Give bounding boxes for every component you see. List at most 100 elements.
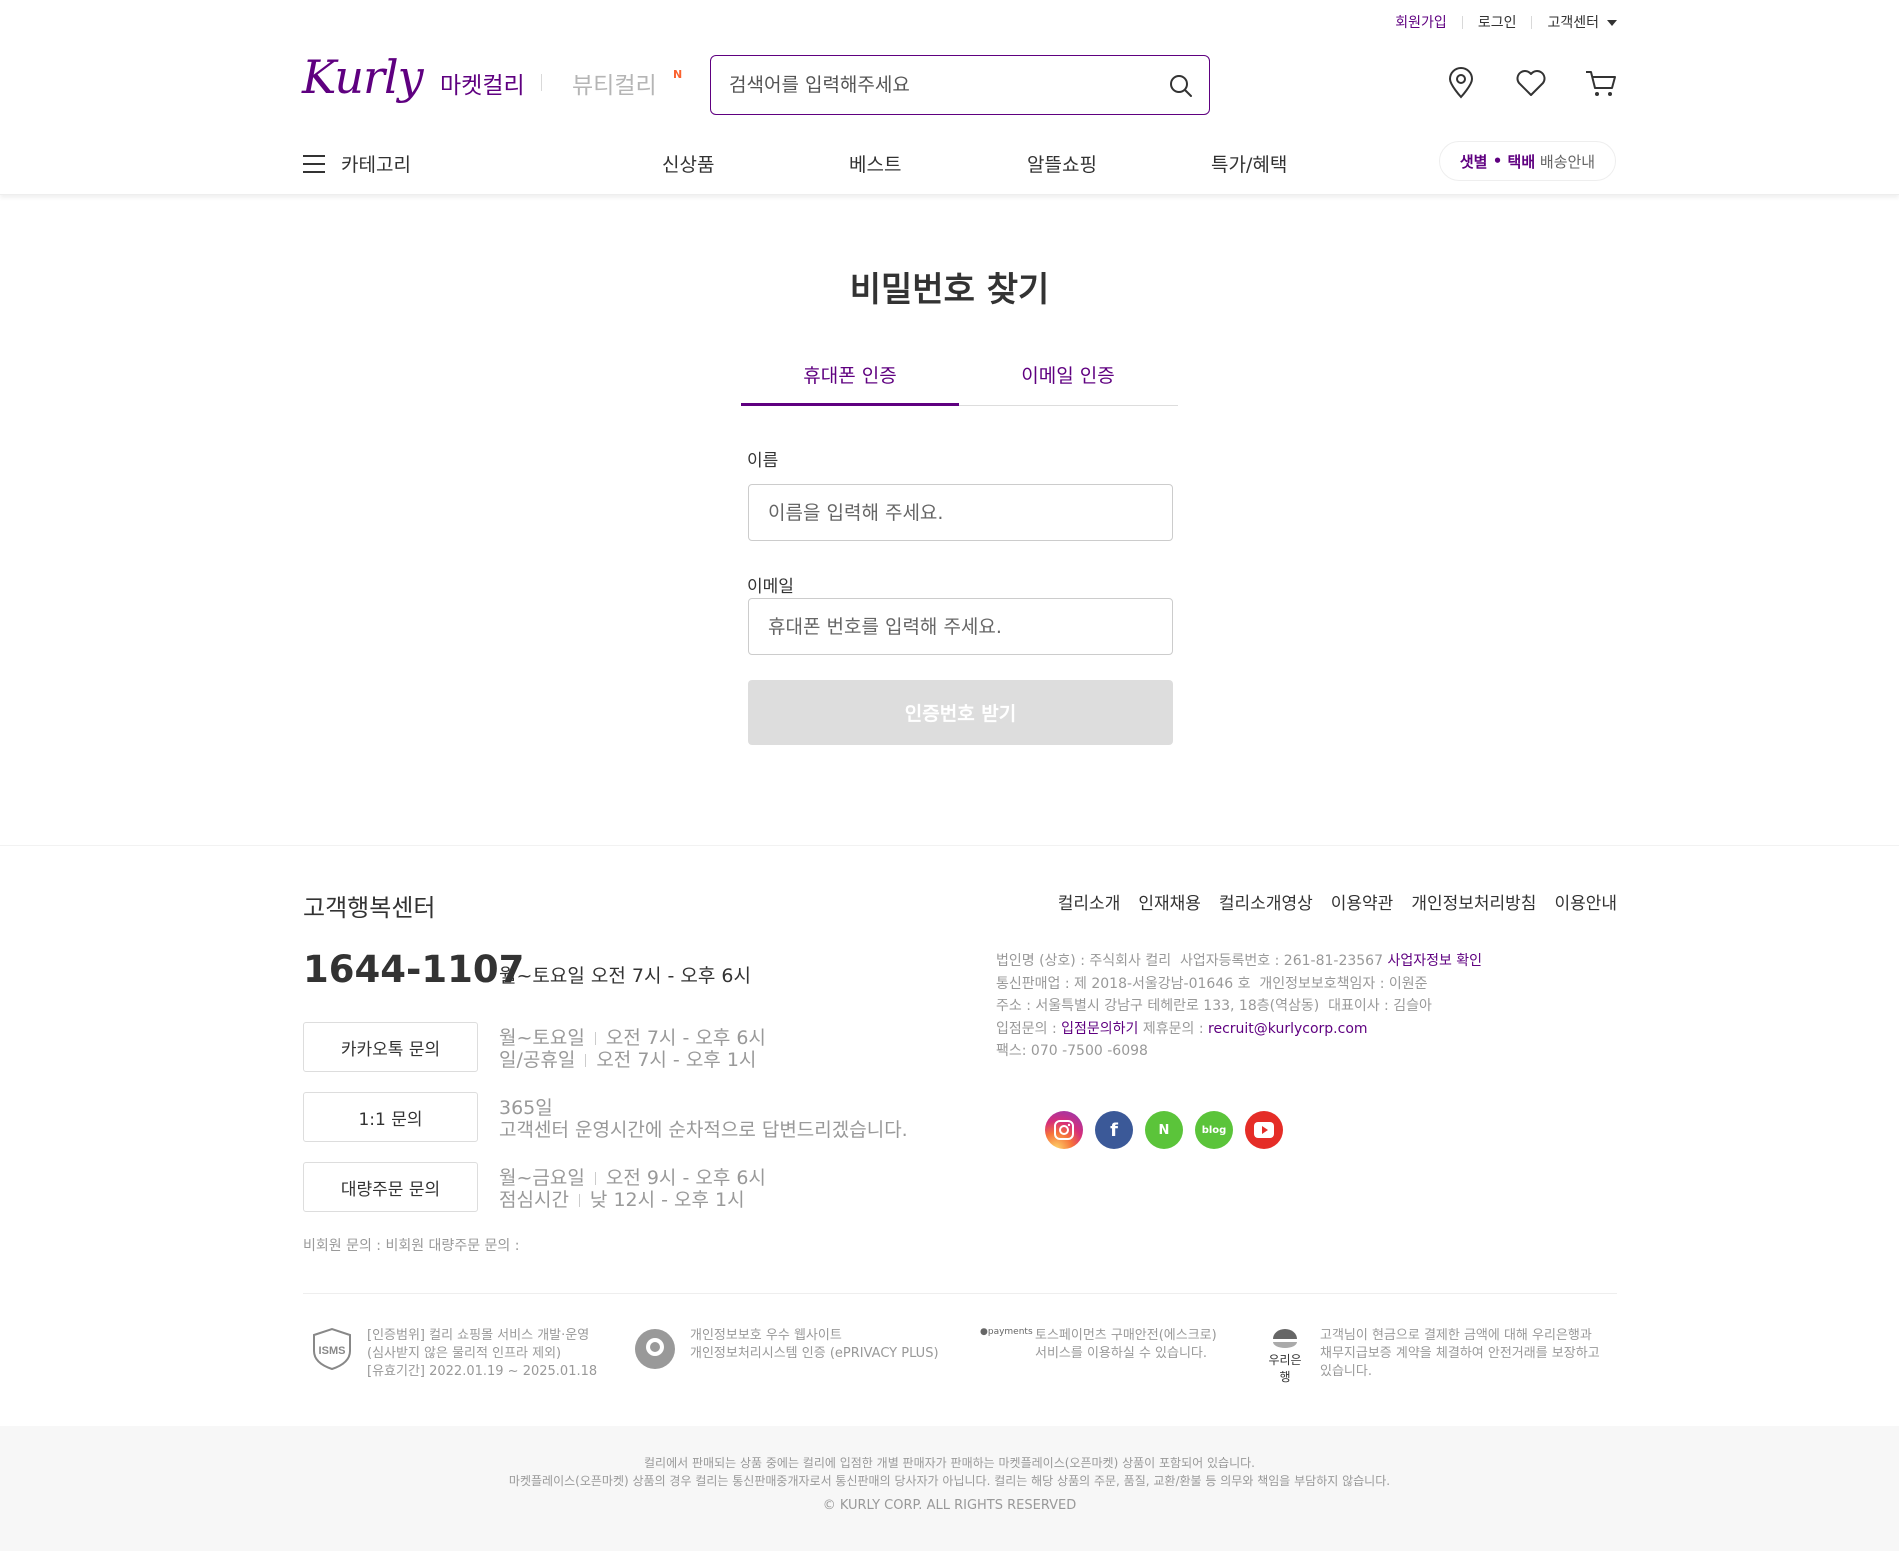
kakao-hours: 월~토요일 오전 7시 - 오후 6시 일/공휴일 오전 7시 - 오후 1시 <box>499 1027 766 1071</box>
nav-special[interactable]: 특가/혜택 <box>1211 150 1287 177</box>
one-to-one-inquiry-button[interactable]: 1:1 문의 <box>303 1092 478 1142</box>
footer-link-about[interactable]: 컬리소개 <box>1058 889 1121 914</box>
toss-line1: 토스페이먼츠 구매안전(에스크로) <box>1035 1328 1217 1343</box>
name-field-box <box>748 484 1173 541</box>
nav-new-products[interactable]: 신상품 <box>662 150 714 177</box>
bulk-lunch: 점심시간 <box>499 1189 569 1211</box>
search-icon[interactable] <box>1167 72 1195 100</box>
toss-cert-text: 토스페이먼츠 구매안전(에스크로) 서비스를 이용하실 수 있습니다. <box>1035 1327 1217 1363</box>
youtube-icon[interactable] <box>1245 1111 1283 1149</box>
hamburger-icon <box>303 154 325 173</box>
store-inquiry-link[interactable]: 입점문의하기 <box>1061 1021 1138 1037</box>
login-link[interactable]: 로그인 <box>1478 12 1517 32</box>
email-label: 이메일 <box>747 577 794 597</box>
kakao-inquiry-button[interactable]: 카카오톡 문의 <box>303 1022 478 1072</box>
kurly-logo[interactable]: Kurly <box>302 50 424 104</box>
dot-separator: • <box>1487 152 1508 170</box>
cs-phone-hours: 월~토요일 오전 7시 - 오후 6시 <box>499 965 751 987</box>
kakao-weekday-time: 오전 7시 - 오후 6시 <box>605 1027 766 1049</box>
naver-post-icon[interactable]: N <box>1145 1111 1183 1149</box>
isms-cert-text: [인증범위] 컬리 쇼핑몰 서비스 개발·운영 (심사받지 않은 물리적 인프라… <box>367 1327 597 1381</box>
toss-logo-text: payments <box>987 1327 1033 1337</box>
toss-line2: 서비스를 이용하실 수 있습니다. <box>1035 1346 1208 1361</box>
eprivacy-logo <box>633 1327 677 1375</box>
name-input[interactable] <box>749 485 1172 540</box>
social-links: f N blog <box>1045 1111 1295 1149</box>
bulk-lunch-time: 낮 12시 - 오후 1시 <box>589 1189 745 1211</box>
woori-bank-logo: 우리은행 <box>1263 1327 1307 1385</box>
recruit-email-link[interactable]: recruit@kurlycorp.com <box>1208 1021 1368 1037</box>
blog-icon[interactable]: blog <box>1195 1111 1233 1149</box>
corp-info: 법인명 (상호) : 주식회사 컬리 사업자등록번호 : 261-81-2356… <box>996 950 1482 1063</box>
woori-cert-text: 고객님이 현금으로 결제한 금액에 대해 우리은행과 채무지급보증 계약을 체결… <box>1320 1327 1600 1381</box>
divider <box>1461 15 1463 29</box>
legal-notice: 컬리에서 판매되는 상품 중에는 컬리에 입점한 개별 판매자가 판매하는 마켓… <box>0 1426 1899 1551</box>
search-box <box>710 55 1210 115</box>
signup-link[interactable]: 회원가입 <box>1395 12 1447 32</box>
woori-line2: 채무지급보증 계약을 체결하여 안전거래를 보장하고 <box>1320 1346 1600 1361</box>
phone-input[interactable] <box>749 599 1172 654</box>
divider <box>1531 15 1533 29</box>
cart-icon[interactable] <box>1584 66 1618 100</box>
one-to-one-line1: 365일 <box>499 1097 553 1119</box>
bulk-order-inquiry-button[interactable]: 대량주문 문의 <box>303 1162 478 1212</box>
category-label: 카테고리 <box>341 154 411 176</box>
isms-line3: [유효기간] 2022.01.19 ~ 2025.01.18 <box>367 1364 598 1379</box>
auth-tabs: 휴대폰 인증 이메일 인증 <box>741 360 1178 406</box>
beauty-kurly-link[interactable]: 뷰티컬리 <box>572 66 657 100</box>
support-menu[interactable]: 고객센터 <box>1547 12 1617 32</box>
bulk-hours: 월~금요일 오전 9시 - 오후 6시 점심시간 낮 12시 - 오후 1시 <box>499 1167 766 1211</box>
delivery-info-button[interactable]: 샛별 • 택배 배송안내 <box>1439 141 1616 181</box>
nav-best[interactable]: 베스트 <box>849 150 901 177</box>
new-badge: N <box>673 68 683 81</box>
main-nav: 카테고리 신상품 베스트 알뜰쇼핑 특가/혜택 샛별 • 택배 배송안내 <box>0 138 1899 195</box>
cert-divider <box>303 1293 1617 1294</box>
facebook-icon[interactable]: f <box>1095 1111 1133 1149</box>
corp-line1: 법인명 (상호) : 주식회사 컬리 사업자등록번호 : 261-81-2356… <box>996 953 1383 969</box>
category-menu[interactable]: 카테고리 <box>303 150 411 177</box>
tab-email-auth[interactable]: 이메일 인증 <box>959 360 1177 406</box>
footer-links: 컬리소개 인재채용 컬리소개영상 이용약관 개인정보처리방침 이용안내 <box>1040 889 1617 914</box>
woori-logo-text: 우리은행 <box>1268 1353 1302 1384</box>
isms-line1: [인증범위] 컬리 쇼핑몰 서비스 개발·운영 <box>367 1328 590 1343</box>
location-icon[interactable] <box>1444 66 1478 100</box>
woori-line3: 있습니다. <box>1320 1364 1372 1379</box>
instagram-icon[interactable] <box>1045 1111 1083 1149</box>
isms-line2: (심사받지 않은 물리적 인프라 제외) <box>367 1346 562 1361</box>
woori-line1: 고객님이 현금으로 결제한 금액에 대해 우리은행과 <box>1320 1328 1592 1343</box>
eprivacy-line2: 개인정보처리시스템 인증 (ePRIVACY PLUS) <box>690 1346 939 1361</box>
footer-link-video[interactable]: 컬리소개영상 <box>1219 889 1313 914</box>
support-label: 고객센터 <box>1547 15 1599 31</box>
heart-icon[interactable] <box>1514 66 1548 100</box>
kakao-holiday: 일/공휴일 <box>499 1049 576 1071</box>
business-info-link[interactable]: 사업자정보 확인 <box>1387 953 1482 969</box>
utility-menu: 회원가입 로그인 고객센터 <box>1395 12 1617 32</box>
cs-title: 고객행복센터 <box>303 894 436 922</box>
copyright: © KURLY CORP. ALL RIGHTS RESERVED <box>822 1498 1077 1513</box>
bulk-weekday-time: 오전 9시 - 오후 6시 <box>605 1167 766 1189</box>
dawn-delivery-label: 샛별 <box>1459 152 1488 171</box>
parcel-label: 택배 <box>1507 152 1536 171</box>
eprivacy-line1: 개인정보보호 우수 웹사이트 <box>690 1328 842 1343</box>
footer-link-terms[interactable]: 이용약관 <box>1331 889 1394 914</box>
name-label: 이름 <box>747 451 779 471</box>
footer-link-privacy[interactable]: 개인정보처리방침 <box>1411 889 1536 914</box>
legal-line2: 마켓플레이스(오픈마켓) 상품의 경우 컬리는 통신판매중개자로서 통신판매의 … <box>508 1474 1391 1488</box>
get-code-button[interactable]: 인증번호 받기 <box>748 680 1173 745</box>
phone-field-box <box>748 598 1173 655</box>
cs-phone: 1644-1107 <box>303 948 525 991</box>
corp-line3: 주소 : 서울특별시 강남구 테헤란로 133, 18층(역삼동) 대표이사 :… <box>996 998 1432 1014</box>
footer-link-guide[interactable]: 이용안내 <box>1554 889 1617 914</box>
kakao-weekday: 월~토요일 <box>499 1027 585 1049</box>
nav-thrift[interactable]: 알뜰쇼핑 <box>1027 150 1097 177</box>
isms-logo: ISMS <box>310 1327 354 1375</box>
caret-down-icon <box>1607 20 1617 26</box>
svg-text:ISMS: ISMS <box>319 1345 346 1357</box>
one-to-one-info: 365일 고객센터 운영시간에 순차적으로 답변드리겠습니다. <box>499 1097 908 1141</box>
tab-phone-auth[interactable]: 휴대폰 인증 <box>741 360 959 406</box>
legal-line1: 컬리에서 판매되는 상품 중에는 컬리에 입점한 개별 판매자가 판매하는 마켓… <box>644 1456 1255 1470</box>
kakao-holiday-time: 오전 7시 - 오후 1시 <box>596 1049 757 1071</box>
search-input[interactable] <box>729 69 1149 101</box>
footer-link-careers[interactable]: 인재채용 <box>1138 889 1201 914</box>
market-kurly-link[interactable]: 마켓컬리 <box>440 66 525 100</box>
